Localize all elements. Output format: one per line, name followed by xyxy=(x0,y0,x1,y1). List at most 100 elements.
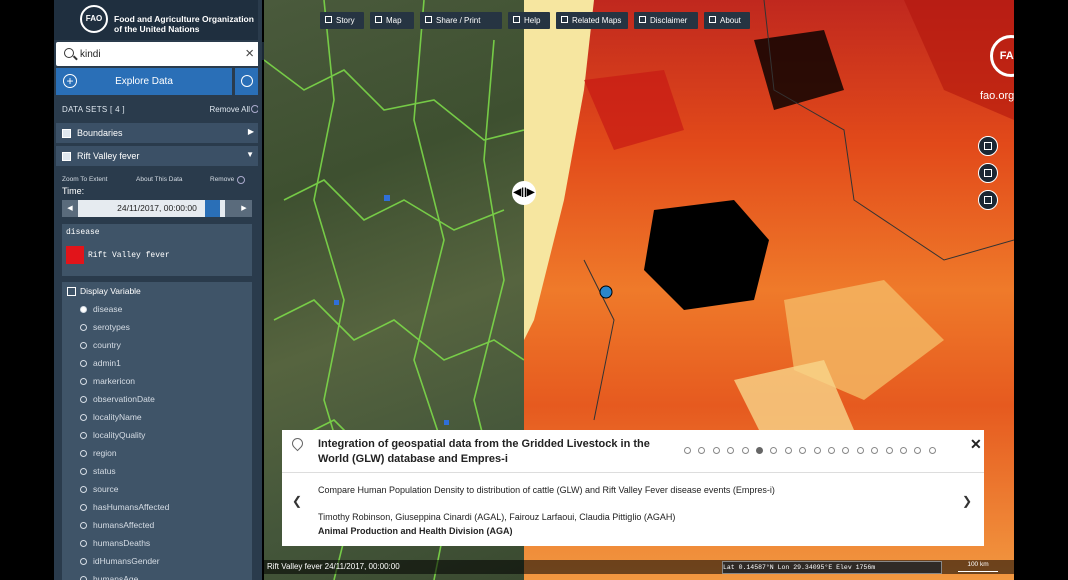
story-page-dot[interactable] xyxy=(928,447,936,454)
remove-layer-link[interactable]: Remove xyxy=(210,176,234,183)
close-story-button[interactable]: ✕ xyxy=(970,436,982,453)
radio-button[interactable] xyxy=(80,342,87,349)
clear-search-icon[interactable]: × xyxy=(245,45,254,63)
variable-label: country xyxy=(93,340,121,350)
story-page-dot[interactable] xyxy=(770,447,778,454)
radio-button[interactable] xyxy=(80,504,87,511)
variable-label: humansDeaths xyxy=(93,538,151,548)
variable-label: disease xyxy=(93,304,123,314)
fullscreen-button[interactable] xyxy=(978,163,998,183)
radio-button[interactable] xyxy=(80,360,87,367)
story-divider xyxy=(282,472,984,473)
about-data-link[interactable]: About This Data xyxy=(136,176,183,183)
story-page-dot[interactable] xyxy=(784,447,792,454)
story-page-dot[interactable] xyxy=(698,447,706,454)
radio-button[interactable] xyxy=(80,486,87,493)
variable-label: humansAge xyxy=(93,574,139,580)
story-page-dot[interactable] xyxy=(741,447,749,454)
story-prev-button[interactable]: ❮ xyxy=(292,494,302,508)
search-input[interactable] xyxy=(80,45,230,63)
story-authors: Timothy Robinson, Giuseppina Cinardi (AG… xyxy=(318,512,676,522)
sidebar: FAO Food and Agriculture Organization of… xyxy=(54,0,262,580)
sidebar-scrollbar[interactable] xyxy=(258,0,262,580)
story-page-dot[interactable] xyxy=(727,447,735,454)
legend-label: Rift Valley fever xyxy=(88,251,170,260)
chevron-right-icon[interactable]: ▶ xyxy=(248,127,254,136)
remove-all-button[interactable]: Remove All xyxy=(210,105,250,114)
radio-button[interactable] xyxy=(80,468,87,475)
location-pin-icon xyxy=(289,435,306,452)
refresh-icon xyxy=(241,75,253,87)
toolbar-label: About xyxy=(720,16,741,25)
variable-label: region xyxy=(93,448,117,458)
radio-button[interactable] xyxy=(80,414,87,421)
radio-button[interactable] xyxy=(80,324,87,331)
footer-layer-status: Rift Valley fever 24/11/2017, 00:00:00 xyxy=(267,562,400,571)
story-page-dot[interactable] xyxy=(842,447,850,454)
display-variable-title: Display Variable xyxy=(80,286,141,296)
radio-button[interactable] xyxy=(80,306,87,313)
app-window: FAO Food and Agriculture Organization of… xyxy=(0,0,1068,580)
swipe-handle[interactable]: ◀||▶ xyxy=(512,181,536,205)
toolbar-label: Share / Print xyxy=(436,16,481,25)
coordinates-readout: Lat 0.14587°N Lon 29.34095°E Elev 1756m xyxy=(722,561,942,574)
story-page-dot[interactable] xyxy=(856,447,864,454)
toolbar-label: Related Maps xyxy=(572,16,622,25)
layer-tools: Zoom To Extent About This Data Remove xyxy=(54,174,262,188)
toolbar-button-map[interactable]: Map xyxy=(370,12,414,29)
time-prev-button[interactable]: ◀ xyxy=(62,200,78,217)
story-page-dot[interactable] xyxy=(799,447,807,454)
radio-button[interactable] xyxy=(80,378,87,385)
story-page-dot[interactable] xyxy=(828,447,835,454)
fao-logo[interactable]: FAO xyxy=(80,5,108,33)
toolbar-button-share-print[interactable]: Share / Print xyxy=(420,12,502,29)
toolbar-button-story[interactable]: Story xyxy=(320,12,364,29)
variable-label: admin1 xyxy=(93,358,121,368)
story-page-dot[interactable] xyxy=(885,447,893,454)
toolbar-button-related-maps[interactable]: Related Maps xyxy=(556,12,628,29)
layer-label: Rift Valley fever xyxy=(77,151,140,161)
toolbar-button-disclaimer[interactable]: Disclaimer xyxy=(634,12,698,29)
time-graph-button[interactable] xyxy=(225,200,241,217)
datasets-label: DATA SETS [ 4 ] xyxy=(62,105,125,114)
radio-button[interactable] xyxy=(80,558,87,565)
radio-button[interactable] xyxy=(80,450,87,457)
toolbar-label: Story xyxy=(336,16,355,25)
swipe-toggle-button[interactable] xyxy=(978,190,998,210)
refresh-button[interactable] xyxy=(235,68,260,95)
map-icon xyxy=(375,16,382,23)
layer-checkbox[interactable] xyxy=(62,129,71,138)
story-page-dot[interactable] xyxy=(914,447,922,454)
datasets-header: DATA SETS [ 4 ] Remove All xyxy=(54,98,262,120)
story-page-dot[interactable] xyxy=(871,447,879,454)
radio-button[interactable] xyxy=(80,396,87,403)
toolbar-button-help[interactable]: Help xyxy=(508,12,550,29)
radio-button[interactable] xyxy=(80,522,87,529)
toolbar-button-about[interactable]: About xyxy=(704,12,750,29)
story-page-dot[interactable] xyxy=(900,447,907,454)
time-chart-button[interactable] xyxy=(205,200,220,217)
disclaimer-icon xyxy=(639,16,646,23)
display-variable-panel: Display Variable disease serotypes country… xyxy=(62,282,252,580)
radio-button[interactable] xyxy=(80,432,87,439)
explore-data-button[interactable]: + Explore Data xyxy=(56,68,232,95)
layer-rift-valley-fever[interactable]: Rift Valley fever ▼ xyxy=(56,146,260,166)
chevron-down-icon[interactable]: ▼ xyxy=(246,150,254,159)
fao-org-link[interactable]: fao.org xyxy=(980,90,1014,102)
locate-button[interactable] xyxy=(978,136,998,156)
story-next-button[interactable]: ❯ xyxy=(962,494,972,508)
radio-button[interactable] xyxy=(80,540,87,547)
story-page-dot[interactable] xyxy=(712,447,720,454)
toolbar-label: Help xyxy=(524,16,541,25)
collapse-icon[interactable] xyxy=(67,287,76,296)
radio-button[interactable] xyxy=(80,576,87,580)
swipe-icon xyxy=(984,196,992,204)
story-page-dot[interactable] xyxy=(684,447,691,454)
story-page-dot[interactable] xyxy=(813,447,821,454)
zoom-to-extent-link[interactable]: Zoom To Extent xyxy=(62,176,107,183)
remove-icon[interactable] xyxy=(237,176,245,184)
legend-title: disease xyxy=(66,228,100,237)
layer-checkbox[interactable] xyxy=(62,152,71,161)
layer-boundaries[interactable]: Boundaries ▶ xyxy=(56,123,260,143)
story-page-dot[interactable] xyxy=(756,447,763,454)
